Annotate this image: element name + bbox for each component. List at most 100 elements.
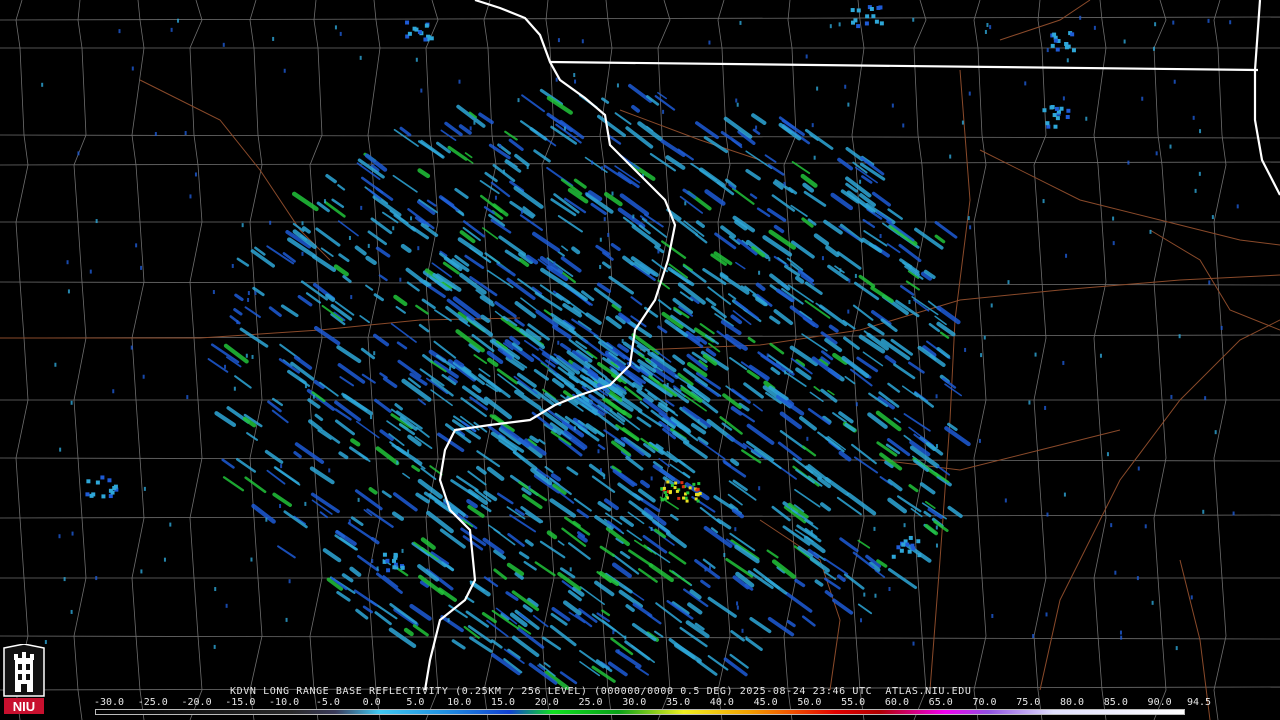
echo-streak — [886, 220, 915, 242]
echo-blob — [907, 549, 912, 554]
echo-speck — [991, 613, 994, 618]
echo-speck — [599, 237, 602, 242]
echo-speck — [983, 335, 986, 340]
echo-speck — [755, 125, 758, 130]
echo-speck — [1151, 600, 1154, 605]
echo-streak — [235, 457, 257, 473]
echo-core — [697, 482, 701, 486]
echo-streak — [939, 331, 950, 339]
echo-speck — [112, 389, 115, 394]
echo-speck — [1136, 576, 1139, 581]
echo-streak — [357, 158, 385, 179]
echo-speck — [225, 603, 228, 608]
echo-speck — [912, 641, 915, 646]
echo-streak — [703, 135, 729, 154]
echo-speck — [1120, 635, 1123, 640]
echo-streak — [654, 630, 664, 638]
echo-speck — [1032, 634, 1035, 639]
echo-speck — [986, 22, 989, 27]
echo-streak — [903, 434, 912, 442]
echo-streak — [755, 282, 766, 292]
echo-streak — [893, 363, 916, 380]
echo-streak — [771, 559, 796, 579]
echo-speck — [517, 98, 520, 103]
echo-streak — [923, 510, 932, 518]
echo-streak — [561, 245, 569, 252]
scale-label: -10.0 — [269, 697, 300, 708]
echo-speck — [607, 232, 610, 237]
echo-streak — [886, 243, 901, 254]
echo-speck — [222, 42, 225, 47]
echo-streak — [353, 589, 378, 607]
echo-core — [668, 490, 672, 494]
echo-speck — [236, 320, 239, 325]
scale-label: -20.0 — [181, 697, 212, 708]
echo-speck — [304, 384, 307, 389]
echo-core — [692, 482, 696, 486]
echo-streak — [390, 323, 417, 343]
echo-streak — [557, 215, 583, 233]
echo-streak — [703, 525, 733, 548]
echo-streak — [557, 540, 565, 546]
echo-blob — [896, 545, 901, 550]
echo-streak — [619, 550, 631, 560]
echo-streak — [341, 573, 354, 583]
county-line — [1093, 0, 1107, 720]
echo-streak — [817, 431, 845, 453]
echo-speck — [806, 436, 809, 441]
scale-label: 10.0 — [447, 697, 472, 708]
echo-streak — [400, 243, 412, 253]
echo-speck — [810, 530, 813, 535]
echo-streak — [233, 308, 243, 316]
echo-streak — [480, 314, 491, 323]
echo-streak — [730, 458, 740, 467]
echo-speck — [1194, 188, 1197, 193]
echo-speck — [650, 476, 653, 481]
echo-speck — [184, 131, 187, 136]
echo-streak — [657, 299, 672, 311]
scale-label: 60.0 — [884, 697, 909, 708]
echo-streak — [365, 284, 374, 291]
echo-core — [675, 489, 679, 493]
echo-speck — [813, 155, 816, 160]
echo-streak — [785, 592, 813, 613]
echo-blob — [874, 19, 879, 24]
echo-streak — [486, 619, 509, 638]
echo-streak — [484, 171, 498, 183]
echo-speck — [591, 160, 594, 165]
echo-streak — [764, 154, 777, 163]
echo-streak — [615, 424, 640, 442]
echo-speck — [912, 17, 915, 22]
echo-streak — [610, 243, 621, 252]
echo-streak — [214, 411, 237, 428]
scale-label: 70.0 — [972, 697, 997, 708]
echo-streak — [514, 301, 537, 319]
echo-speck — [348, 519, 351, 524]
echo-streak — [559, 671, 578, 685]
echo-streak — [908, 361, 925, 374]
echo-blob — [100, 475, 105, 480]
echo-speck — [214, 587, 217, 592]
echo-blob — [385, 558, 390, 563]
echo-speck — [603, 217, 606, 222]
echo-speck — [735, 98, 738, 103]
echo-speck — [745, 636, 748, 641]
echo-streak — [618, 589, 643, 609]
echo-streak — [745, 150, 773, 169]
echo-core — [670, 483, 674, 487]
echo-streak — [236, 257, 250, 267]
echo-speck — [903, 523, 906, 528]
echo-streak — [723, 657, 748, 677]
echo-streak — [406, 281, 420, 292]
echo-speck — [805, 54, 808, 59]
echo-streak — [628, 83, 653, 103]
scale-label: 20.0 — [534, 697, 559, 708]
echo-streak — [372, 195, 402, 217]
echo-speck — [847, 309, 850, 314]
echo-speck — [95, 576, 98, 581]
echo-speck — [1079, 15, 1082, 20]
echo-speck — [392, 226, 395, 231]
echo-streak — [321, 429, 341, 444]
echo-streak — [271, 409, 289, 424]
echo-blob — [917, 553, 922, 558]
